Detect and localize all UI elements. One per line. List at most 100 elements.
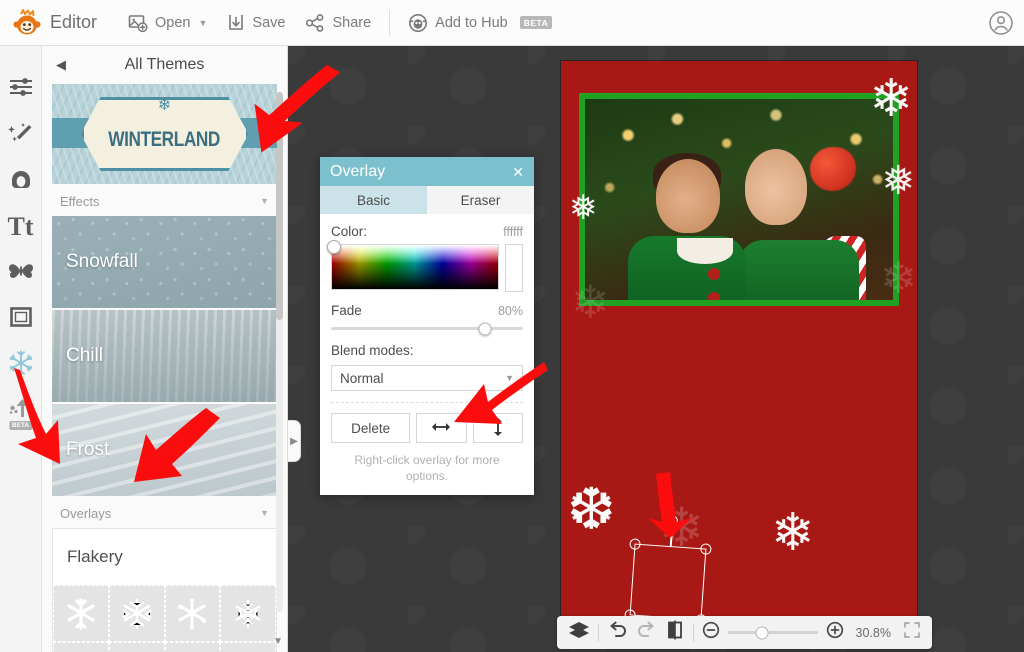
overlay-thumb-snowflake-6[interactable] — [108, 642, 165, 652]
color-picker-knob[interactable] — [327, 240, 341, 254]
share-nodes-icon — [305, 13, 325, 33]
canvas-snowflake-overlay[interactable]: ❅ — [881, 161, 915, 201]
theme-card-frost[interactable]: Frost — [52, 404, 277, 496]
chevron-down-icon[interactable]: ▼ — [273, 636, 283, 647]
flip-horizontal-button[interactable] — [416, 413, 467, 443]
saturation-value-field[interactable] — [327, 240, 499, 290]
section-overlays[interactable]: Overlays ▼ — [42, 498, 287, 528]
tab-eraser[interactable]: Eraser — [427, 186, 534, 214]
frame-icon — [9, 305, 33, 334]
sidebar-item-text[interactable]: Tt — [0, 204, 42, 250]
panel-header: ◀ All Themes — [42, 46, 287, 84]
theme-card-winterland[interactable]: WINTERLAND ❄ — [52, 84, 277, 184]
overlay-dialog: Overlay ✕ Basic Eraser Color: ffffff Fad… — [320, 157, 534, 496]
zoom-out-button[interactable] — [701, 620, 720, 646]
tab-basic[interactable]: Basic — [320, 186, 427, 214]
open-button[interactable]: Open ▼ — [118, 0, 217, 46]
theme-card-snowfall[interactable]: Snowfall — [52, 216, 277, 308]
zoom-slider[interactable] — [728, 626, 818, 639]
girl-face — [745, 149, 808, 226]
sidebar-item-overlays[interactable] — [0, 250, 42, 296]
resize-handle-top-left[interactable] — [629, 538, 641, 550]
canvas-snowflake-overlay[interactable]: ❆ — [567, 481, 616, 539]
magic-wand-icon — [7, 121, 34, 150]
share-label: Share — [332, 14, 372, 31]
canvas-snowflake-overlay[interactable]: ❄ — [771, 507, 815, 559]
image-add-icon — [128, 13, 148, 33]
overlay-thumb-snowflake-2[interactable] — [108, 585, 165, 642]
undo-button[interactable] — [607, 620, 628, 646]
themes-panel: ◀ All Themes WINTERLAND ❄ Effects ▼ Snow… — [42, 46, 288, 652]
fade-slider-knob[interactable] — [478, 322, 492, 335]
chevron-left-icon[interactable]: ◀ — [56, 57, 66, 73]
face-icon — [8, 167, 34, 196]
color-picker — [327, 240, 523, 292]
overlay-thumb-snowflake-7[interactable] — [164, 642, 221, 652]
photo-frame[interactable] — [579, 93, 899, 306]
download-icon — [227, 13, 245, 33]
color-label: Color: — [331, 224, 368, 239]
panel-scrollbar-thumb[interactable] — [276, 92, 283, 320]
share-button[interactable]: Share — [295, 0, 381, 46]
color-hex-value: ffffff — [503, 225, 523, 239]
chevron-down-icon: ▼ — [260, 196, 269, 206]
zoom-in-button[interactable] — [826, 620, 845, 646]
panel-collapse-handle[interactable]: ▶ — [288, 420, 301, 462]
canvas-snowflake-overlay[interactable]: ❄ — [571, 279, 610, 325]
monkey-logo-icon — [12, 8, 42, 37]
close-x-icon[interactable]: ✕ — [512, 165, 524, 179]
undo-arrow-icon — [607, 621, 628, 644]
section-effects[interactable]: Effects ▼ — [42, 186, 287, 216]
zoom-out-icon — [702, 621, 720, 644]
sidebar-item-themes[interactable] — [0, 342, 42, 388]
photo-kids-christmas — [585, 99, 893, 300]
canvas-snowflake-overlay[interactable]: ❄ — [880, 257, 917, 301]
overlay-thumb-snowflake-8[interactable] — [220, 642, 276, 652]
app-logo[interactable]: Editor — [0, 8, 118, 37]
design-canvas[interactable]: ❅ ❄ ❆ ❄ ❅ ❄ ❄ ❄ — [561, 61, 917, 617]
fade-slider[interactable] — [331, 322, 523, 335]
sidebar-item-hub-upload[interactable]: BETA — [0, 388, 42, 434]
theme-label: Chill — [66, 345, 103, 366]
sidebar-item-effects[interactable] — [0, 112, 42, 158]
blend-label: Blend modes: — [331, 343, 414, 358]
flip-vertical-icon — [492, 417, 504, 440]
blend-mode-select[interactable]: Normal ▼ — [331, 365, 523, 391]
open-label: Open — [155, 14, 191, 31]
girl-body — [739, 239, 859, 300]
canvas-snowflake-overlay[interactable]: ❄ — [869, 73, 913, 125]
shirt-button — [708, 267, 721, 280]
toolbar-divider — [692, 623, 694, 642]
flip-vertical-button[interactable] — [472, 413, 523, 443]
current-color-swatch[interactable] — [505, 244, 523, 292]
overlay-thumb-snowflake-1[interactable] — [53, 585, 109, 642]
chevron-down-icon: ▼ — [198, 17, 208, 28]
panel-title: All Themes — [124, 56, 205, 73]
redo-button[interactable] — [636, 620, 657, 646]
app-name: Editor — [50, 12, 98, 32]
overlay-thumb-snowflake-5[interactable] — [53, 642, 109, 652]
chevron-down-icon: ▼ — [505, 373, 514, 383]
flip-horizontal-icon — [431, 421, 451, 436]
overlay-thumb-snowflake-4[interactable] — [220, 585, 276, 642]
theme-card-chill[interactable]: Chill — [52, 310, 277, 402]
sidebar-item-basic-edits[interactable] — [0, 66, 42, 112]
overlay-group-flakery: Flakery — [52, 528, 277, 652]
sidebar-item-touch-up[interactable] — [0, 158, 42, 204]
fullscreen-button[interactable] — [902, 620, 921, 646]
delete-button[interactable]: Delete — [331, 413, 411, 443]
account-circle-icon[interactable] — [988, 10, 1014, 41]
compare-button[interactable] — [665, 620, 685, 646]
hub-beta-badge: BETA — [519, 16, 553, 29]
overlay-selection-box[interactable] — [624, 514, 712, 626]
zoom-slider-knob[interactable] — [755, 626, 769, 639]
chevron-right-icon: ▶ — [290, 435, 298, 447]
add-to-hub-button[interactable]: Add to Hub BETA — [398, 0, 562, 46]
overlay-thumb-snowflake-3[interactable] — [164, 585, 221, 642]
boy-collar — [677, 237, 734, 264]
canvas-snowflake-overlay[interactable]: ❅ — [569, 191, 598, 225]
save-button[interactable]: Save — [217, 0, 295, 46]
layers-button[interactable] — [568, 620, 590, 646]
blend-mode-value: Normal — [340, 370, 384, 386]
sidebar-item-frames[interactable] — [0, 296, 42, 342]
